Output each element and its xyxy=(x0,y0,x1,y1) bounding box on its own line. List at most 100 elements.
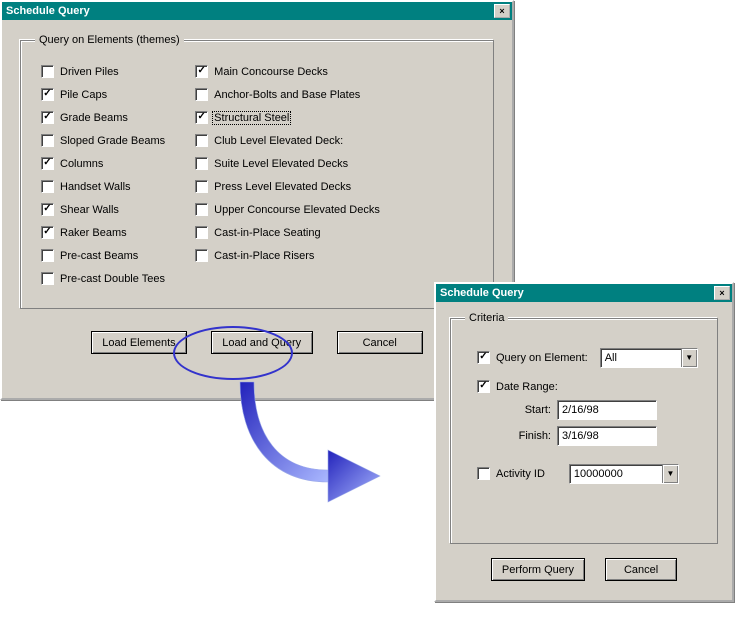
finish-input[interactable] xyxy=(557,426,657,446)
chevron-down-icon[interactable]: ▼ xyxy=(681,349,697,367)
element-checkbox-label: Grade Beams xyxy=(60,112,128,124)
element-checkbox-label: Pre-cast Double Tees xyxy=(60,273,165,285)
elements-col-2: Main Concourse Decks Anchor-Bolts and Bas… xyxy=(195,64,380,286)
date-range-label: Date Range: xyxy=(496,381,558,393)
element-checkbox[interactable] xyxy=(41,180,54,193)
element-checkbox-row[interactable]: Anchor-Bolts and Base Plates xyxy=(195,87,380,102)
element-checkbox-row[interactable]: Driven Piles xyxy=(41,64,165,79)
load-elements-button[interactable]: Load Elements xyxy=(91,331,186,354)
element-checkbox-row[interactable]: Handset Walls xyxy=(41,179,165,194)
titlebar: Schedule Query × xyxy=(2,2,512,20)
element-checkbox-label: Main Concourse Decks xyxy=(214,66,328,78)
activity-id-value: 10000000 xyxy=(570,468,662,480)
element-checkbox-row[interactable]: Cast-in-Place Seating xyxy=(195,225,380,240)
element-checkbox[interactable] xyxy=(195,88,208,101)
activity-id-row[interactable]: Activity ID 10000000 ▼ xyxy=(477,466,703,481)
element-checkbox-label: Anchor-Bolts and Base Plates xyxy=(214,89,360,101)
element-checkbox-label: Raker Beams xyxy=(60,227,127,239)
element-checkbox[interactable] xyxy=(195,111,208,124)
element-checkbox-row[interactable]: Grade Beams xyxy=(41,110,165,125)
close-icon[interactable]: × xyxy=(714,286,730,300)
schedule-query-window-criteria: Schedule Query × Criteria Query on Eleme… xyxy=(434,282,734,602)
element-checkbox-row[interactable]: Sloped Grade Beams xyxy=(41,133,165,148)
query-on-element-row[interactable]: Query on Element: All ▼ xyxy=(477,350,703,365)
query-on-element-select[interactable]: All ▼ xyxy=(600,348,698,368)
element-checkbox-row[interactable]: Upper Concourse Elevated Decks xyxy=(195,202,380,217)
element-checkbox-row[interactable]: Cast-in-Place Risers xyxy=(195,248,380,263)
element-checkbox-label: Shear Walls xyxy=(60,204,119,216)
element-checkbox-row[interactable]: Main Concourse Decks xyxy=(195,64,380,79)
start-label: Start: xyxy=(509,404,551,416)
element-checkbox[interactable] xyxy=(195,65,208,78)
element-checkbox[interactable] xyxy=(195,157,208,170)
date-range-checkbox[interactable] xyxy=(477,380,490,393)
close-icon[interactable]: × xyxy=(494,4,510,18)
chevron-down-icon[interactable]: ▼ xyxy=(662,465,678,483)
element-checkbox[interactable] xyxy=(195,203,208,216)
element-checkbox[interactable] xyxy=(195,226,208,239)
elements-group-legend: Query on Elements (themes) xyxy=(35,34,184,46)
element-checkbox[interactable] xyxy=(41,203,54,216)
elements-group: Query on Elements (themes) Driven Piles P… xyxy=(20,34,494,309)
elements-col-1: Driven Piles Pile Caps Grade Beams Sloped G… xyxy=(41,64,165,286)
finish-label: Finish: xyxy=(509,430,551,442)
element-checkbox-row[interactable]: Structural Steel xyxy=(195,110,380,125)
client-area: Criteria Query on Element: All ▼ Date Ra… xyxy=(436,302,732,595)
element-checkbox-row[interactable]: Club Level Elevated Deck: xyxy=(195,133,380,148)
element-checkbox-label: Suite Level Elevated Decks xyxy=(214,158,348,170)
titlebar: Schedule Query × xyxy=(436,284,732,302)
query-on-element-label: Query on Element: xyxy=(496,352,588,364)
element-checkbox[interactable] xyxy=(41,111,54,124)
cancel-button[interactable]: Cancel xyxy=(605,558,677,581)
element-checkbox-label: Pre-cast Beams xyxy=(60,250,138,262)
element-checkbox[interactable] xyxy=(195,180,208,193)
element-checkbox-label: Handset Walls xyxy=(60,181,131,193)
query-on-element-checkbox[interactable] xyxy=(477,351,490,364)
element-checkbox-label: Cast-in-Place Risers xyxy=(214,250,314,262)
element-checkbox-row[interactable]: Suite Level Elevated Decks xyxy=(195,156,380,171)
element-checkbox-row[interactable]: Raker Beams xyxy=(41,225,165,240)
activity-id-select[interactable]: 10000000 ▼ xyxy=(569,464,679,484)
element-checkbox[interactable] xyxy=(195,249,208,262)
element-checkbox-row[interactable]: Shear Walls xyxy=(41,202,165,217)
element-checkbox-row[interactable]: Press Level Elevated Decks xyxy=(195,179,380,194)
element-checkbox-label: Upper Concourse Elevated Decks xyxy=(214,204,380,216)
element-checkbox-label: Club Level Elevated Deck: xyxy=(214,135,343,147)
window-title: Schedule Query xyxy=(440,287,524,299)
criteria-group: Criteria Query on Element: All ▼ Date Ra… xyxy=(450,312,718,544)
finish-row: Finish: xyxy=(509,426,703,446)
element-checkbox[interactable] xyxy=(41,157,54,170)
element-checkbox[interactable] xyxy=(195,134,208,147)
window-title: Schedule Query xyxy=(6,5,90,17)
element-checkbox[interactable] xyxy=(41,88,54,101)
start-input[interactable] xyxy=(557,400,657,420)
element-checkbox-label: Press Level Elevated Decks xyxy=(214,181,351,193)
start-row: Start: xyxy=(509,400,703,420)
element-checkbox-label: Driven Piles xyxy=(60,66,119,78)
activity-id-label: Activity ID xyxy=(496,468,545,480)
element-checkbox-label: Columns xyxy=(60,158,103,170)
load-and-query-button[interactable]: Load and Query xyxy=(211,331,313,354)
date-range-row[interactable]: Date Range: xyxy=(477,379,703,394)
cancel-button[interactable]: Cancel xyxy=(337,331,423,354)
element-checkbox[interactable] xyxy=(41,249,54,262)
element-checkbox-label: Structural Steel xyxy=(212,111,291,125)
element-checkbox-row[interactable]: Columns xyxy=(41,156,165,171)
element-checkbox[interactable] xyxy=(41,65,54,78)
criteria-group-legend: Criteria xyxy=(465,312,508,324)
element-checkbox-label: Sloped Grade Beams xyxy=(60,135,165,147)
perform-query-button[interactable]: Perform Query xyxy=(491,558,585,581)
element-checkbox-label: Cast-in-Place Seating xyxy=(214,227,320,239)
element-checkbox-row[interactable]: Pre-cast Double Tees xyxy=(41,271,165,286)
element-checkbox-row[interactable]: Pile Caps xyxy=(41,87,165,102)
button-row: Load Elements Load and Query Cancel xyxy=(20,331,494,354)
query-on-element-value: All xyxy=(601,352,681,364)
elements-columns: Driven Piles Pile Caps Grade Beams Sloped G… xyxy=(35,58,479,294)
element-checkbox[interactable] xyxy=(41,272,54,285)
activity-id-checkbox[interactable] xyxy=(477,467,490,480)
element-checkbox-label: Pile Caps xyxy=(60,89,107,101)
button-row: Perform Query Cancel xyxy=(450,558,718,581)
element-checkbox[interactable] xyxy=(41,134,54,147)
element-checkbox-row[interactable]: Pre-cast Beams xyxy=(41,248,165,263)
element-checkbox[interactable] xyxy=(41,226,54,239)
